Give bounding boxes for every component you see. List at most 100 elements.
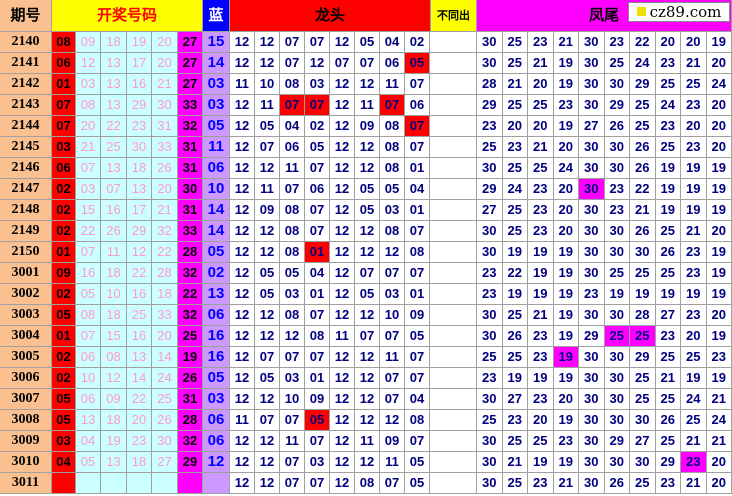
- phoenix-tail-cell: 25: [681, 347, 707, 368]
- phoenix-tail-cell: 23: [681, 305, 707, 326]
- dragon-head-cell: 07: [305, 32, 330, 53]
- not-repeat-cell: [430, 473, 477, 494]
- phoenix-tail-cell: 30: [477, 452, 503, 473]
- first-number-cell: 09: [52, 263, 76, 284]
- draw-number-cell: 20: [152, 32, 178, 53]
- not-repeat-cell: [430, 410, 477, 431]
- dragon-head-cell: 06: [380, 53, 405, 74]
- phoenix-tail-cell: 20: [528, 116, 554, 137]
- not-repeat-cell: [430, 116, 477, 137]
- blue-number-cell: 12: [203, 452, 230, 473]
- phoenix-tail-cell: 19: [655, 200, 681, 221]
- draw-number-cell: 26: [101, 221, 127, 242]
- dragon-head-cell: 04: [405, 389, 430, 410]
- dragon-head-cell: 07: [305, 221, 330, 242]
- first-number-cell: 04: [52, 452, 76, 473]
- draw-number-cell: 29: [127, 95, 152, 116]
- phoenix-tail-cell: 30: [630, 410, 656, 431]
- phoenix-tail-cell: 25: [502, 473, 528, 494]
- phoenix-tail-cell: 24: [553, 158, 579, 179]
- draw-number-cell: [76, 473, 101, 494]
- draw-number-cell: 13: [76, 410, 101, 431]
- phoenix-tail-cell: 23: [681, 95, 707, 116]
- phoenix-tail-cell: 19: [706, 326, 732, 347]
- dragon-head-cell: 09: [405, 305, 430, 326]
- phoenix-tail-cell: 30: [579, 473, 605, 494]
- sum-cell: [178, 473, 203, 494]
- dragon-head-cell: 08: [380, 116, 405, 137]
- not-repeat-cell: [430, 95, 477, 116]
- phoenix-tail-cell: 25: [502, 347, 528, 368]
- dragon-head-cell: 07: [330, 53, 355, 74]
- dragon-head-cell: 03: [280, 284, 305, 305]
- dragon-head-cell: 12: [230, 347, 255, 368]
- dragon-head-cell: 09: [255, 200, 280, 221]
- dragon-head-cell: 04: [380, 32, 405, 53]
- phoenix-tail-cell: 20: [528, 410, 554, 431]
- draw-number-cell: 03: [76, 74, 101, 95]
- dragon-head-cell: 12: [330, 221, 355, 242]
- draw-number-cell: 20: [76, 116, 101, 137]
- phoenix-tail-cell: 25: [604, 263, 630, 284]
- dragon-head-cell: 12: [255, 32, 280, 53]
- dragon-head-cell: 08: [380, 221, 405, 242]
- phoenix-tail-cell: 25: [630, 389, 656, 410]
- dragon-head-cell: 01: [305, 368, 330, 389]
- phoenix-tail-cell: 30: [579, 410, 605, 431]
- dragon-head-cell: 07: [380, 95, 405, 116]
- phoenix-tail-cell: 30: [579, 221, 605, 242]
- dragon-head-cell: 12: [330, 95, 355, 116]
- phoenix-tail-cell: 30: [579, 431, 605, 452]
- dragon-head-cell: 07: [380, 326, 405, 347]
- dragon-head-cell: 12: [230, 137, 255, 158]
- dragon-head-cell: 11: [255, 95, 280, 116]
- draw-number-cell: 11: [101, 242, 127, 263]
- phoenix-tail-cell: 30: [604, 158, 630, 179]
- sum-cell: 33: [178, 221, 203, 242]
- phoenix-tail-cell: 20: [681, 326, 707, 347]
- blue-number-cell: 14: [203, 53, 230, 74]
- dragon-head-cell: 12: [330, 389, 355, 410]
- phoenix-tail-cell: 23: [604, 179, 630, 200]
- dragon-head-cell: 11: [355, 431, 380, 452]
- phoenix-tail-cell: 23: [681, 137, 707, 158]
- draw-number-cell: 28: [152, 263, 178, 284]
- phoenix-tail-cell: 19: [553, 116, 579, 137]
- blue-number-cell: 06: [203, 305, 230, 326]
- blue-number-cell: 06: [203, 158, 230, 179]
- dragon-head-cell: 05: [255, 284, 280, 305]
- dragon-head-cell: 11: [255, 179, 280, 200]
- sum-cell: 32: [178, 305, 203, 326]
- phoenix-tail-cell: 20: [528, 74, 554, 95]
- dragon-head-cell: 07: [405, 347, 430, 368]
- draw-number-cell: 03: [76, 179, 101, 200]
- draw-number-cell: 08: [76, 95, 101, 116]
- dragon-head-cell: 12: [230, 53, 255, 74]
- phoenix-tail-cell: 21: [528, 137, 554, 158]
- phoenix-tail-cell: 22: [630, 32, 656, 53]
- dragon-head-cell: 05: [255, 263, 280, 284]
- phoenix-tail-cell: 20: [553, 389, 579, 410]
- logo-square-icon: [636, 7, 646, 16]
- phoenix-tail-cell: 26: [604, 116, 630, 137]
- dragon-head-cell: 12: [230, 95, 255, 116]
- phoenix-tail-cell: 20: [706, 473, 732, 494]
- phoenix-tail-cell: 30: [579, 32, 605, 53]
- sum-cell: 27: [178, 74, 203, 95]
- phoenix-tail-cell: 30: [579, 389, 605, 410]
- phoenix-tail-cell: 23: [477, 368, 503, 389]
- phoenix-tail-cell: 30: [604, 305, 630, 326]
- phoenix-tail-cell: 19: [706, 368, 732, 389]
- dragon-head-cell: 08: [405, 410, 430, 431]
- phoenix-tail-cell: 23: [655, 326, 681, 347]
- phoenix-tail-cell: 23: [604, 200, 630, 221]
- sum-cell: 28: [178, 242, 203, 263]
- phoenix-tail-cell: 29: [477, 95, 503, 116]
- phoenix-tail-cell: 30: [604, 368, 630, 389]
- dragon-head-cell: 12: [230, 116, 255, 137]
- phoenix-tail-cell: 21: [681, 53, 707, 74]
- sum-cell: 31: [178, 389, 203, 410]
- phoenix-tail-cell: 24: [502, 179, 528, 200]
- blue-number-cell: 05: [203, 116, 230, 137]
- dragon-head-cell: 08: [305, 326, 330, 347]
